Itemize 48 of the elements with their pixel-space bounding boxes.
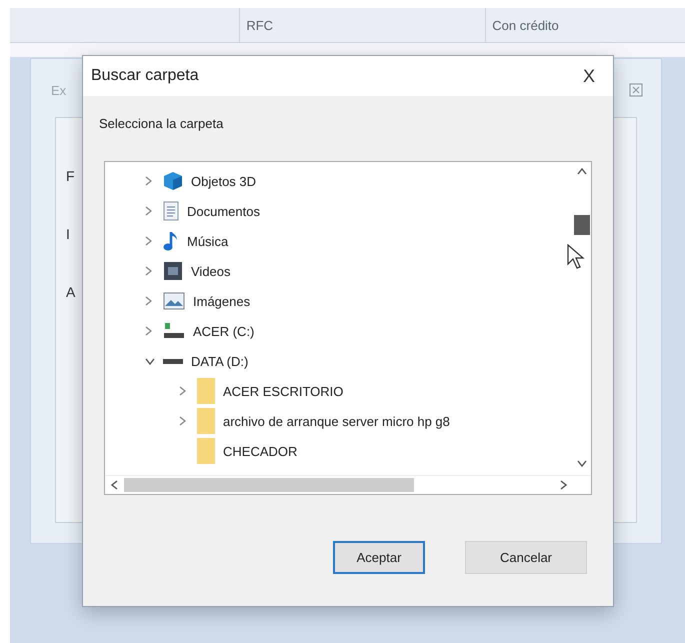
folder-tree-item[interactable]: DATA (D:) xyxy=(105,346,573,376)
music-note-icon xyxy=(163,230,179,252)
chevron-right-icon[interactable] xyxy=(145,266,152,276)
field-label: I xyxy=(66,226,70,242)
folder-tree-item[interactable]: ACER (C:) xyxy=(105,316,573,346)
drive-icon xyxy=(163,322,185,340)
film-icon xyxy=(163,261,183,281)
folder-tree-item[interactable]: archivo de arranque server micro hp g8 xyxy=(105,406,573,436)
ok-button[interactable]: Aceptar xyxy=(333,541,425,574)
document-icon xyxy=(163,201,179,221)
folder-icon xyxy=(197,438,215,464)
close-button[interactable]: X xyxy=(578,66,599,86)
column-header[interactable]: RFC xyxy=(239,8,486,42)
folder-tree-item[interactable]: Objetos 3D xyxy=(105,166,573,196)
window-title: Ex xyxy=(51,83,66,98)
scroll-up-icon[interactable] xyxy=(577,168,587,175)
folder-tree-item[interactable]: Documentos xyxy=(105,196,573,226)
scroll-down-icon[interactable] xyxy=(577,460,587,467)
folder-tree-item[interactable]: CHECADOR xyxy=(105,436,573,466)
chevron-right-icon[interactable] xyxy=(145,176,152,186)
chevron-right-icon[interactable] xyxy=(145,326,152,336)
chevron-down-icon[interactable] xyxy=(145,358,155,364)
folder-icon xyxy=(197,378,215,404)
mouse-pointer-icon xyxy=(567,244,585,270)
scroll-left-icon[interactable] xyxy=(111,480,118,490)
chevron-right-icon[interactable] xyxy=(145,206,152,216)
folder-tree-item[interactable]: Música xyxy=(105,226,573,256)
column-header[interactable]: Con crédito xyxy=(485,8,685,42)
dialog-title: Buscar carpeta xyxy=(91,67,199,85)
scrollbar-thumb[interactable] xyxy=(574,215,590,235)
image-icon xyxy=(163,292,185,310)
scroll-right-icon[interactable] xyxy=(560,480,567,490)
scrollbar-thumb[interactable] xyxy=(124,478,414,492)
close-icon[interactable] xyxy=(629,83,643,97)
field-label: F xyxy=(66,168,75,184)
prompt-text: Selecciona la carpeta xyxy=(99,116,224,131)
chevron-right-icon[interactable] xyxy=(179,386,186,396)
chevron-right-icon[interactable] xyxy=(179,416,186,426)
folder-tree-item[interactable]: Imágenes xyxy=(105,286,573,316)
folder-tree-item[interactable]: ACER ESCRITORIO xyxy=(105,376,573,406)
field-label: A xyxy=(66,284,76,300)
folder-tree-item[interactable]: Videos xyxy=(105,256,573,286)
drive-icon xyxy=(163,358,183,364)
chevron-right-icon[interactable] xyxy=(145,296,152,306)
cube-icon xyxy=(163,171,183,191)
cancel-button[interactable]: Cancelar xyxy=(465,541,587,574)
folder-icon xyxy=(197,408,215,434)
chevron-right-icon[interactable] xyxy=(145,236,152,246)
